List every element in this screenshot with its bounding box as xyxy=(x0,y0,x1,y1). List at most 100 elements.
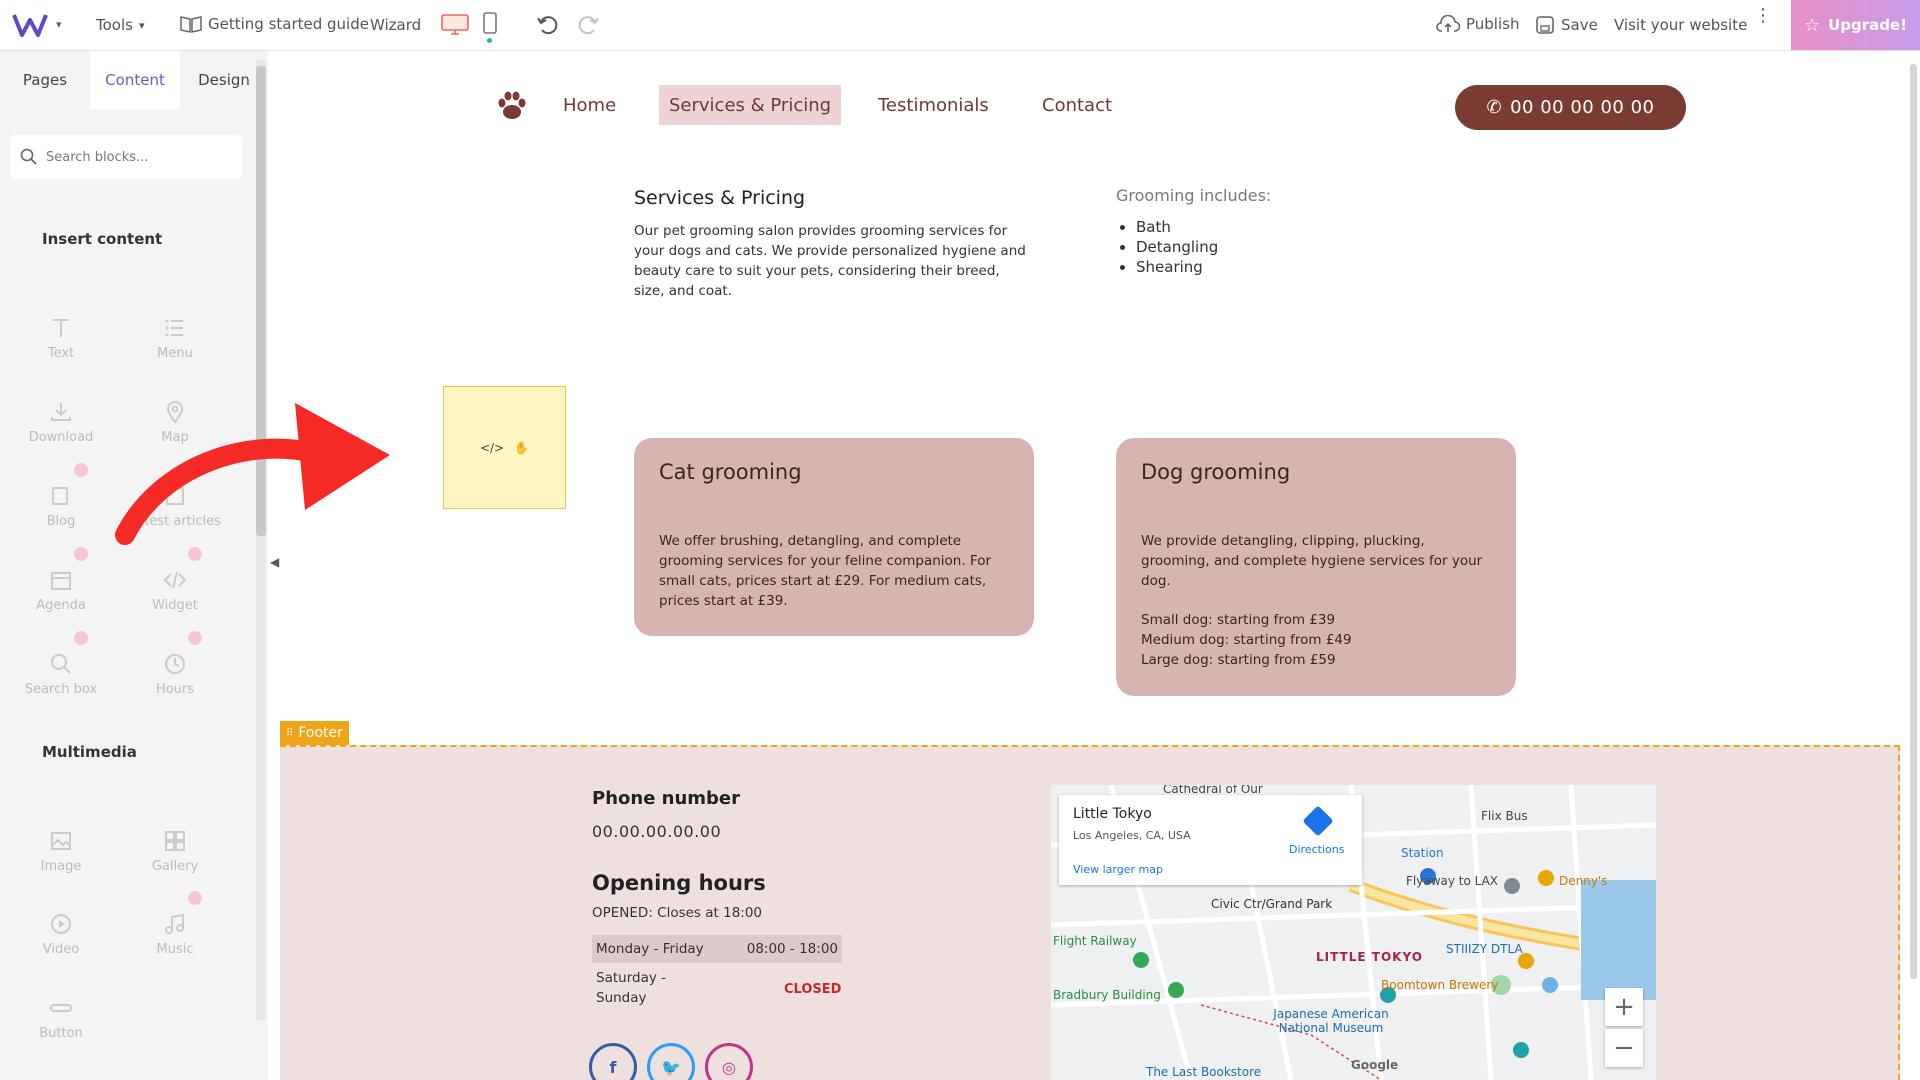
drag-handle-icon: ⠿ xyxy=(286,727,294,739)
redo-icon[interactable] xyxy=(576,13,600,41)
map-label: STIIIZY DTLA xyxy=(1446,942,1523,956)
hours-row: Monday - Friday 08:00 - 18:00 xyxy=(592,935,842,963)
google-logo: Google xyxy=(1351,1058,1399,1072)
block-menu[interactable]: Menu xyxy=(120,291,230,361)
publish-label: Publish xyxy=(1466,15,1520,33)
block-label: Widget xyxy=(152,598,198,613)
chevron-down-icon[interactable]: ▾ xyxy=(56,18,62,31)
block-hours[interactable]: Hours xyxy=(120,627,230,697)
map-label: Denny's xyxy=(1559,874,1608,888)
tab-pages[interactable]: Pages xyxy=(0,51,90,109)
desktop-view-icon[interactable] xyxy=(441,14,469,40)
block-label: Download xyxy=(28,430,94,445)
premium-star-icon xyxy=(74,547,88,561)
grooming-list: Bath Detangling Shearing xyxy=(1136,217,1218,277)
block-agenda[interactable]: Agenda xyxy=(6,543,116,613)
nav-contact[interactable]: Contact xyxy=(1032,85,1122,125)
view-larger-map-link[interactable]: View larger map xyxy=(1073,863,1163,876)
upgrade-button[interactable]: ☆ Upgrade! xyxy=(1791,0,1920,50)
block-label: Button xyxy=(39,1026,83,1041)
multimedia-heading: Multimedia xyxy=(42,743,137,761)
block-label: Gallery xyxy=(151,859,199,874)
top-toolbar: ▾ Tools ▾ Getting started guide Wizard P… xyxy=(0,0,1920,51)
getting-started-guide-button[interactable]: Getting started guide xyxy=(180,15,369,33)
sidebar-tabs: Pages Content Design xyxy=(0,51,268,109)
search-icon xyxy=(20,148,37,165)
nav-services-pricing[interactable]: Services & Pricing xyxy=(659,85,842,125)
canvas-scroll-thumb[interactable] xyxy=(1910,64,1917,979)
nav-home[interactable]: Home xyxy=(553,85,626,125)
block-music[interactable]: Music xyxy=(120,887,230,957)
block-text[interactable]: Text xyxy=(6,291,116,361)
block-label: Video xyxy=(42,942,80,957)
phone-call-button[interactable]: ✆ 00 00 00 00 00 xyxy=(1455,85,1686,130)
premium-star-icon xyxy=(74,631,88,645)
list-item: Shearing xyxy=(1136,257,1218,277)
hours-closed: CLOSED xyxy=(784,982,842,997)
zoom-out-button[interactable]: − xyxy=(1605,1029,1643,1067)
left-sidebar: Pages Content Design Search blocks... In… xyxy=(0,51,268,1080)
logo-icon[interactable] xyxy=(12,12,48,42)
block-gallery[interactable]: Gallery xyxy=(120,804,230,874)
block-button[interactable]: Button xyxy=(6,971,116,1041)
opening-hours-heading: Opening hours xyxy=(592,871,766,895)
block-widget[interactable]: Widget xyxy=(120,543,230,613)
search-placeholder: Search blocks... xyxy=(46,149,149,165)
map-info-card: Little Tokyo Los Angeles, CA, USA View l… xyxy=(1059,795,1362,885)
block-search-box[interactable]: Search box xyxy=(6,627,116,697)
map-label: LITTLE TOKYO xyxy=(1316,950,1423,964)
block-download[interactable]: Download xyxy=(6,375,116,445)
dog-prices: Small dog: starting from £39 Medium dog:… xyxy=(1141,610,1352,670)
services-description: Our pet grooming salon provides grooming… xyxy=(634,223,1026,299)
book-icon xyxy=(180,16,202,33)
publish-button[interactable]: Publish xyxy=(1436,15,1519,33)
upgrade-label: Upgrade! xyxy=(1828,16,1908,34)
visit-website-link[interactable]: Visit your website xyxy=(1614,16,1747,34)
block-image[interactable]: Image xyxy=(6,804,116,874)
widget-drop-placeholder[interactable]: </> ✋ xyxy=(443,386,566,509)
card-title: Cat grooming xyxy=(659,460,802,484)
map-place-name: Little Tokyo xyxy=(1073,806,1152,822)
wizard-button[interactable]: Wizard xyxy=(370,16,421,34)
download-icon xyxy=(51,403,71,421)
card-description: We provide detangling, clipping, pluckin… xyxy=(1141,533,1483,589)
zoom-in-button[interactable]: + xyxy=(1605,988,1643,1026)
collapse-sidebar-icon[interactable]: ◀ xyxy=(270,555,279,569)
tab-design[interactable]: Design xyxy=(180,51,268,109)
map-label: Japanese American National Museum xyxy=(1273,1007,1389,1035)
map-label: Bradbury Building xyxy=(1053,988,1161,1002)
active-dot xyxy=(487,38,492,43)
mobile-view-icon[interactable] xyxy=(483,12,497,38)
open-status: OPENED: Closes at 18:00 xyxy=(592,905,763,921)
undo-icon[interactable] xyxy=(536,13,560,41)
price-line: Large dog: starting from £59 xyxy=(1141,652,1336,668)
grab-hand-icon: ✋ xyxy=(514,440,530,455)
tab-content[interactable]: Content xyxy=(90,51,180,109)
search-blocks-input[interactable]: Search blocks... xyxy=(10,135,242,179)
premium-star-icon xyxy=(188,891,202,905)
paw-logo-icon[interactable] xyxy=(495,88,529,126)
more-options-icon[interactable]: ⋮ xyxy=(1754,7,1772,25)
directions-link[interactable]: Directions xyxy=(1289,843,1344,856)
dog-grooming-card[interactable]: Dog grooming We provide detangling, clip… xyxy=(1116,438,1516,696)
red-arrow-annotation xyxy=(115,403,390,545)
phone-number-value: 00.00.00.00.00 xyxy=(592,822,722,841)
gallery-icon xyxy=(165,831,185,851)
directions-icon[interactable] xyxy=(1302,805,1334,837)
premium-star-icon xyxy=(188,631,202,645)
clock-icon xyxy=(165,654,185,674)
block-blog[interactable]: Blog xyxy=(6,459,116,529)
block-video[interactable]: Video xyxy=(6,887,116,957)
save-button[interactable]: Save xyxy=(1535,15,1598,35)
tools-menu[interactable]: Tools ▾ xyxy=(96,16,144,34)
footer-tag[interactable]: ⠿ Footer xyxy=(280,721,349,745)
nav-testimonials[interactable]: Testimonials xyxy=(868,85,999,125)
block-label: Music xyxy=(156,942,194,957)
card-title: Dog grooming xyxy=(1141,460,1291,484)
block-label: Text xyxy=(47,346,75,361)
map-label: The Last Bookstore xyxy=(1146,1065,1262,1079)
map-label: Station xyxy=(1401,846,1444,860)
map-label: Flyaway to LAX xyxy=(1406,874,1499,888)
block-label: Agenda xyxy=(36,598,86,613)
cat-grooming-card[interactable]: Cat grooming We offer brushing, detangli… xyxy=(634,438,1034,636)
